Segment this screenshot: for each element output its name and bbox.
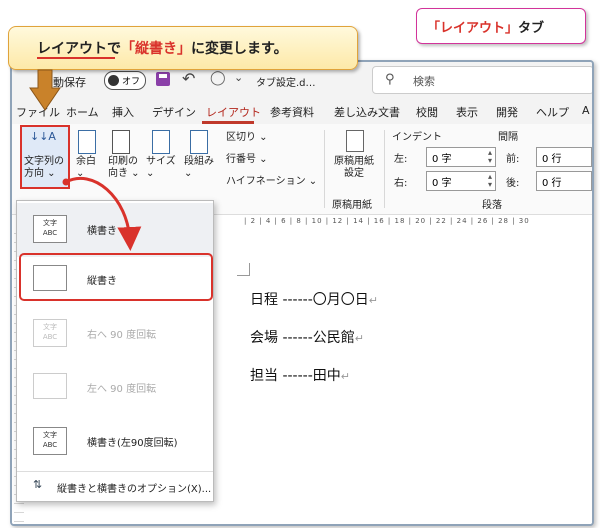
autosave-label: 自動保存: [42, 76, 86, 89]
horizontal-rotated-icon: 文字 ABC: [33, 427, 67, 455]
menu-item-options[interactable]: ⇅ 縦書きと横書きのオプション(X)...: [17, 471, 213, 500]
text-direction-button[interactable]: 文字列の 方向 ⌄: [24, 156, 64, 180]
tab-more[interactable]: A: [582, 104, 590, 117]
horizontal-ruler: | 2 | 4 | 6 | 8 | 10 | 12 | 14 | 16 | 18…: [244, 217, 530, 225]
instruction-highlight: 「縦書き」: [121, 41, 191, 57]
instruction-prefix: レイアウトで: [37, 41, 121, 57]
margins-icon: [78, 130, 96, 154]
toggle-knob-icon: [108, 75, 119, 86]
tab-layout[interactable]: レイアウト: [206, 104, 261, 120]
autosave-state: オフ: [122, 77, 141, 87]
doc-line-3-text: 担当 ------田中: [250, 368, 341, 384]
tab-references[interactable]: 参考資料: [270, 104, 314, 120]
save-icon[interactable]: [156, 72, 170, 86]
doc-line-3[interactable]: 担当 ------田中↵: [250, 365, 350, 385]
orientation-button[interactable]: 印刷の 向き ⌄: [108, 156, 140, 180]
manuscript-button[interactable]: 原稿用紙 設定: [334, 156, 374, 180]
menu-item-rotate-right[interactable]: 文字 ABC 右へ 90 度回転: [17, 307, 213, 361]
tab-callout-suffix: タブ: [518, 21, 545, 36]
redo-icon[interactable]: ◯: [210, 70, 226, 86]
breaks-button[interactable]: 区切り ⌄: [226, 128, 268, 143]
tab-home[interactable]: ホーム: [66, 104, 99, 120]
menu-item-horizontal-rotated[interactable]: 文字 ABC 横書き(左90度回転): [17, 415, 213, 469]
paragraph-mark-icon: ↵: [340, 370, 350, 383]
spacing-before-field[interactable]: 0 行: [536, 147, 592, 167]
menu-item-rotate-left[interactable]: 左へ 90 度回転: [17, 361, 213, 415]
instruction-text: レイアウトで「縦書き」に変更します。: [37, 38, 288, 58]
menu-item-label: 右へ 90 度回転: [87, 330, 157, 341]
menu-item-label: 横書き(左90度回転): [87, 438, 178, 449]
size-icon: [152, 130, 170, 154]
doc-line-1-text: 日程 ------〇月〇日: [250, 292, 369, 308]
vertical-option-highlight: [19, 253, 213, 301]
menu-item-label: 縦書きと横書きのオプション(X)...: [57, 484, 212, 495]
ribbon-separator: [384, 130, 385, 208]
ribbon-tabs: ファイル ホーム 挿入 デザイン レイアウト 参考資料 差し込み文書 校閲 表示…: [12, 98, 592, 124]
ribbon-separator: [324, 130, 325, 208]
instruction-suffix: に変更します。: [191, 41, 288, 57]
indent-header: インデント: [392, 132, 442, 143]
tab-help[interactable]: ヘルプ: [536, 104, 569, 120]
text-direction-icon: ↓↓A: [30, 130, 56, 143]
manuscript-group-label: 原稿用紙: [332, 200, 372, 211]
tab-view[interactable]: 表示: [456, 104, 478, 120]
tab-callout-text: 「レイアウト」タブ: [427, 17, 544, 36]
menu-item-horizontal[interactable]: 文字 ABC 横書き: [17, 203, 213, 257]
tab-developer[interactable]: 開発: [496, 104, 518, 120]
search-placeholder: 検索: [413, 75, 435, 88]
orientation-icon: [112, 130, 130, 154]
spacing-header: 間隔: [498, 132, 518, 143]
spinner-icon[interactable]: ▴ ▾: [488, 173, 492, 189]
spacing-after-field[interactable]: 0 行: [536, 171, 592, 191]
columns-icon: [190, 130, 208, 154]
doc-line-1[interactable]: 日程 ------〇月〇日↵: [250, 289, 378, 309]
tab-review[interactable]: 校閲: [416, 104, 438, 120]
indent-right-field[interactable]: 0 字 ▴ ▾: [426, 171, 496, 191]
text-direction-options-icon: ⇅: [33, 478, 43, 491]
spacing-before-label: 前:: [506, 154, 520, 165]
line-numbers-button[interactable]: 行番号 ⌄: [226, 150, 268, 165]
tab-insert[interactable]: 挿入: [112, 104, 134, 120]
spacing-after-value: 0 行: [542, 178, 562, 189]
tab-file[interactable]: ファイル: [16, 104, 60, 120]
instruction-underline: [37, 57, 115, 59]
columns-button[interactable]: 段組み ⌄: [184, 156, 214, 180]
margins-button[interactable]: 余白 ⌄: [76, 156, 96, 180]
spacing-after-label: 後:: [506, 178, 520, 189]
autosave-toggle[interactable]: オフ: [104, 71, 146, 90]
paragraph-mark-icon: ↵: [354, 332, 364, 345]
tab-callout-highlight: 「レイアウト」: [427, 21, 519, 36]
indent-left-field[interactable]: 0 字 ▴ ▾: [426, 147, 496, 167]
tab-mailings[interactable]: 差し込み文書: [334, 104, 400, 120]
instruction-callout: レイアウトで「縦書き」に変更します。: [8, 26, 358, 70]
indent-right-value: 0 字: [432, 178, 452, 189]
doc-line-2[interactable]: 会場 ------公民館↵: [250, 327, 364, 347]
text-direction-menu: 文字 ABC 横書き 縦書き 文字 ABC 右へ 90 度回転 左へ 90 度回…: [16, 200, 214, 502]
indent-left-value: 0 字: [432, 154, 452, 165]
search-input[interactable]: ⚲ 検索: [372, 66, 592, 94]
undo-icon[interactable]: ↶: [182, 69, 195, 88]
horizontal-text-icon: 文字 ABC: [33, 215, 67, 243]
page-corner-mark: [237, 263, 250, 276]
tab-design[interactable]: デザイン: [152, 104, 196, 120]
spacing-before-value: 0 行: [542, 154, 562, 165]
doc-line-2-text: 会場 ------公民館: [250, 330, 355, 346]
tab-callout: 「レイアウト」タブ: [416, 8, 586, 44]
indent-left-label: 左:: [394, 154, 408, 165]
search-icon: ⚲: [385, 72, 395, 87]
manuscript-icon: [346, 130, 364, 152]
document-title: タブ設定.d…: [256, 78, 316, 89]
spinner-icon[interactable]: ▴ ▾: [488, 149, 492, 165]
menu-item-label: 横書き: [87, 226, 117, 237]
paragraph-mark-icon: ↵: [368, 294, 378, 307]
indent-right-label: 右:: [394, 178, 408, 189]
menu-item-label: 左へ 90 度回転: [87, 384, 157, 395]
hyphenation-button[interactable]: ハイフネーション ⌄: [226, 172, 317, 187]
rotate-right-icon: 文字 ABC: [33, 319, 67, 347]
paragraph-group-label: 段落: [482, 200, 502, 211]
size-button[interactable]: サイズ ⌄: [146, 156, 176, 180]
chevron-down-icon[interactable]: ⌄: [234, 71, 243, 84]
rotate-left-icon: [33, 373, 67, 399]
